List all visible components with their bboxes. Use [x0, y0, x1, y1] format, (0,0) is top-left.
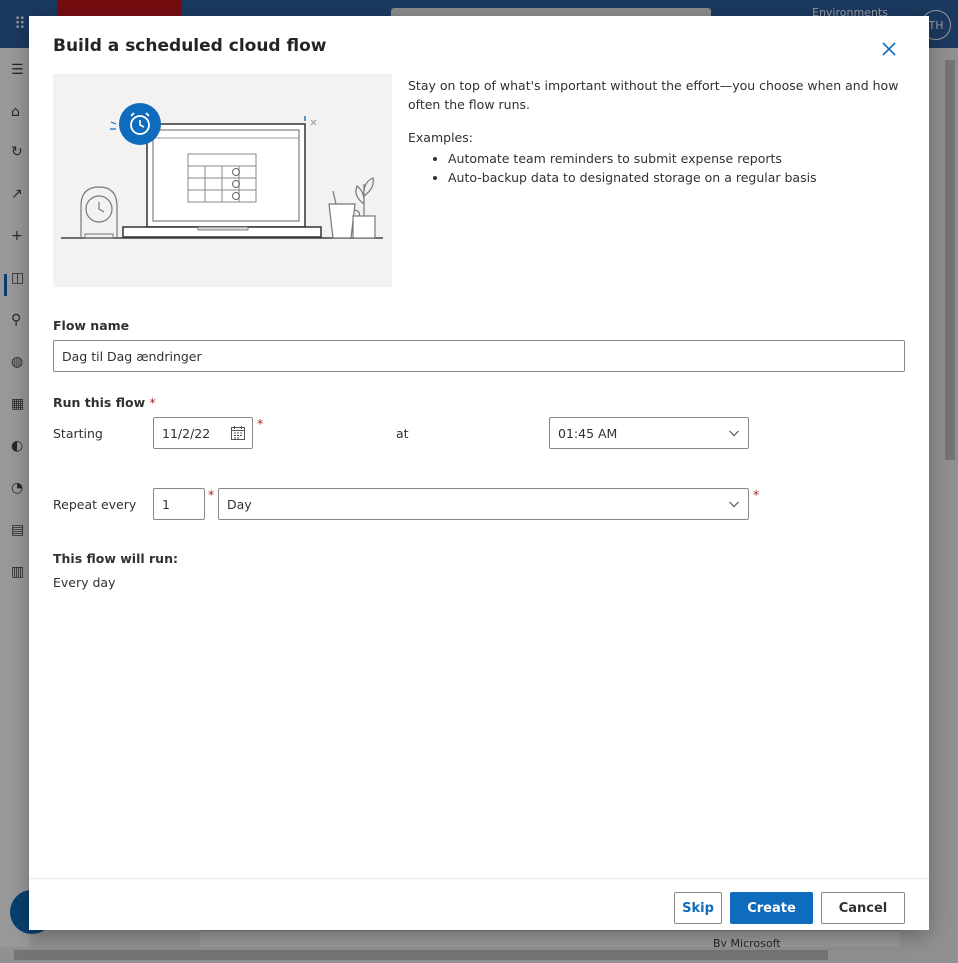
close-button[interactable] — [878, 38, 900, 60]
will-run-label: This flow will run: — [53, 551, 178, 566]
repeat-unit-dropdown[interactable]: Day — [218, 488, 749, 520]
repeat-interval-value: 1 — [162, 496, 170, 512]
repeat-interval-input[interactable]: 1 — [153, 488, 205, 520]
run-this-flow-text: Run this flow — [53, 395, 146, 410]
flow-name-input[interactable]: Dag til Dag ændringer — [53, 340, 905, 372]
will-run-value: Every day — [53, 575, 116, 590]
at-label: at — [396, 426, 409, 441]
close-icon — [882, 42, 896, 56]
skip-button[interactable]: Skip — [674, 892, 722, 924]
dialog-description: Stay on top of what's important without … — [408, 78, 899, 112]
list-item: Auto-backup data to designated storage o… — [448, 168, 817, 187]
required-marker: * — [753, 487, 760, 502]
repeat-every-label: Repeat every — [53, 497, 137, 512]
hero-illustration — [53, 74, 392, 287]
laptop-clock-illustration — [61, 103, 383, 239]
start-time-dropdown[interactable]: 01:45 AM — [549, 417, 749, 449]
examples-list: Automate team reminders to submit expens… — [432, 149, 817, 187]
flow-name-label: Flow name — [53, 318, 130, 333]
create-button[interactable]: Create — [730, 892, 813, 924]
required-marker: * — [257, 416, 264, 431]
examples-label: Examples: — [408, 130, 473, 145]
start-date-picker[interactable]: 11/2/22 — [153, 417, 253, 449]
scheduled-flow-dialog: Build a scheduled cloud flow Stay on top… — [29, 16, 929, 930]
required-marker: * — [208, 487, 215, 502]
starting-label: Starting — [53, 426, 103, 441]
chevron-down-icon — [729, 501, 739, 508]
dialog-title: Build a scheduled cloud flow — [53, 36, 327, 56]
start-date-value: 11/2/22 — [162, 425, 211, 441]
calendar-icon[interactable] — [230, 425, 246, 441]
footer-divider — [29, 878, 929, 879]
repeat-unit-value: Day — [227, 496, 252, 512]
chevron-down-icon — [729, 430, 739, 437]
run-this-flow-label: Run this flow * — [53, 395, 156, 410]
required-marker: * — [149, 395, 156, 410]
start-time-value: 01:45 AM — [558, 425, 618, 441]
flow-name-value: Dag til Dag ændringer — [62, 348, 202, 364]
list-item: Automate team reminders to submit expens… — [448, 149, 817, 168]
cancel-button[interactable]: Cancel — [821, 892, 905, 924]
